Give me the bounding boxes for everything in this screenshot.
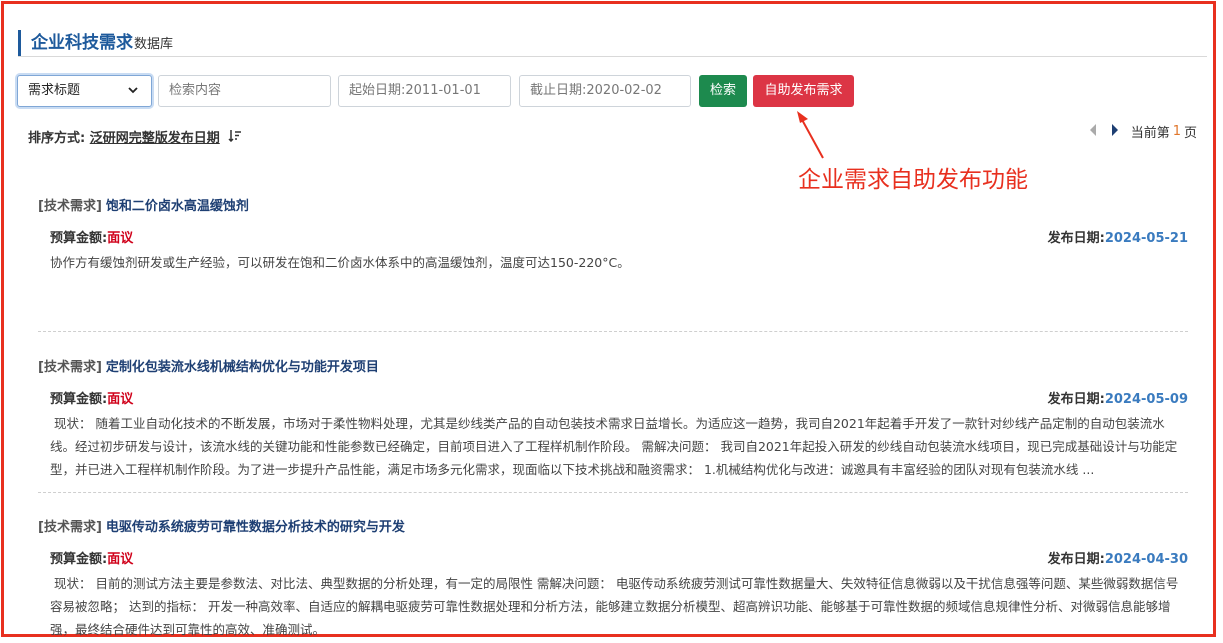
item-description: 协作方有缓蚀剂研发或生产经验，可以研发在饱和二价卤水体系中的高温缓蚀剂，温度可达… [50, 255, 630, 270]
search-field-select[interactable]: 需求标题 [17, 75, 152, 107]
budget-value: 面议 [107, 392, 134, 407]
list-item: [技术需求] 定制化包装流水线机械结构优化与功能开发项目 预算金额:面议 发布日期… [38, 356, 1188, 481]
annotation-label: 企业需求自助发布功能 [798, 167, 1028, 193]
publish-demand-button[interactable]: 自助发布需求 [753, 75, 854, 107]
sort-field-link[interactable]: 泛研网完整版发布日期 [90, 131, 220, 146]
budget-value: 面议 [107, 552, 134, 567]
search-field-select-value: 需求标题 [28, 83, 81, 98]
item-heading: [技术需求] 电驱传动系统疲劳可靠性数据分析技术的研究与开发 [38, 516, 1188, 535]
item-meta: 预算金额:面议 发布日期:2024-05-21 [38, 227, 1188, 246]
publish-date: 发布日期:2024-05-09 [1048, 388, 1188, 407]
item-title-link[interactable]: 定制化包装流水线机械结构优化与功能开发项目 [106, 360, 379, 375]
chevron-down-icon [127, 76, 139, 117]
sort-bar: 排序方式: 泛研网完整版发布日期 [28, 127, 242, 146]
page-prefix: 当前第 [1130, 126, 1170, 141]
page-title-main: 企业科技需求 [31, 33, 133, 53]
item-heading: [技术需求] 饱和二价卤水高温缓蚀剂 [38, 195, 1188, 214]
item-divider [38, 492, 1188, 493]
item-description: 现状： 目前的测试方法主要是参数法、对比法、典型数据的分析处理，有一定的局限性 … [50, 576, 1179, 637]
budget-value: 面议 [107, 231, 134, 246]
search-input[interactable]: 检索内容 [158, 75, 331, 107]
next-page-icon[interactable] [1111, 124, 1119, 139]
list-item: [技术需求] 饱和二价卤水高温缓蚀剂 预算金额:面议 发布日期:2024-05-2… [38, 195, 1188, 274]
page-number: 1 [1172, 124, 1181, 139]
item-tag: [技术需求] [38, 360, 102, 375]
date-label: 发布日期: [1047, 552, 1105, 567]
list-item: [技术需求] 电驱传动系统疲劳可靠性数据分析技术的研究与开发 预算金额:面议 发布… [38, 516, 1188, 641]
item-tag: [技术需求] [38, 199, 102, 214]
budget-label: 预算金额: [50, 392, 108, 407]
item-tag: [技术需求] [38, 520, 102, 535]
page-title: 企业科技需求 数据库 [18, 30, 173, 56]
item-heading: [技术需求] 定制化包装流水线机械结构优化与功能开发项目 [38, 356, 1188, 375]
item-description: 现状： 随着工业自动化技术的不断发展，市场对于柔性物料处理，尤其是纱线类产品的自… [50, 416, 1178, 477]
start-date-input[interactable]: 起始日期:2011-01-01 [338, 75, 511, 107]
publish-date: 发布日期:2024-05-21 [1048, 227, 1188, 246]
item-title-link[interactable]: 饱和二价卤水高温缓蚀剂 [106, 199, 249, 214]
date-value: 2024-05-09 [1104, 392, 1188, 407]
item-meta: 预算金额:面议 发布日期:2024-04-30 [38, 548, 1188, 567]
search-button[interactable]: 检索 [699, 75, 747, 107]
date-label: 发布日期: [1047, 231, 1105, 246]
publish-date: 发布日期:2024-04-30 [1048, 548, 1188, 567]
page-title-sub: 数据库 [134, 37, 174, 52]
budget-label: 预算金额: [50, 231, 108, 246]
sort-label: 排序方式: [28, 131, 86, 146]
item-title-link[interactable]: 电驱传动系统疲劳可靠性数据分析技术的研究与开发 [106, 520, 405, 535]
prev-page-icon[interactable] [1089, 124, 1097, 139]
date-label: 发布日期: [1047, 392, 1105, 407]
annotation-arrow-icon [797, 111, 824, 159]
date-value: 2024-04-30 [1104, 552, 1188, 567]
pager: 当前第 1 页 [1089, 122, 1197, 141]
date-value: 2024-05-21 [1104, 231, 1188, 246]
item-divider [38, 331, 1188, 332]
item-meta: 预算金额:面议 发布日期:2024-05-09 [38, 388, 1188, 407]
end-date-input[interactable]: 截止日期:2020-02-02 [519, 75, 691, 107]
page-suffix: 页 [1183, 126, 1197, 141]
sort-desc-icon[interactable] [228, 130, 242, 145]
budget-label: 预算金额: [50, 552, 108, 567]
title-divider [18, 56, 1207, 57]
